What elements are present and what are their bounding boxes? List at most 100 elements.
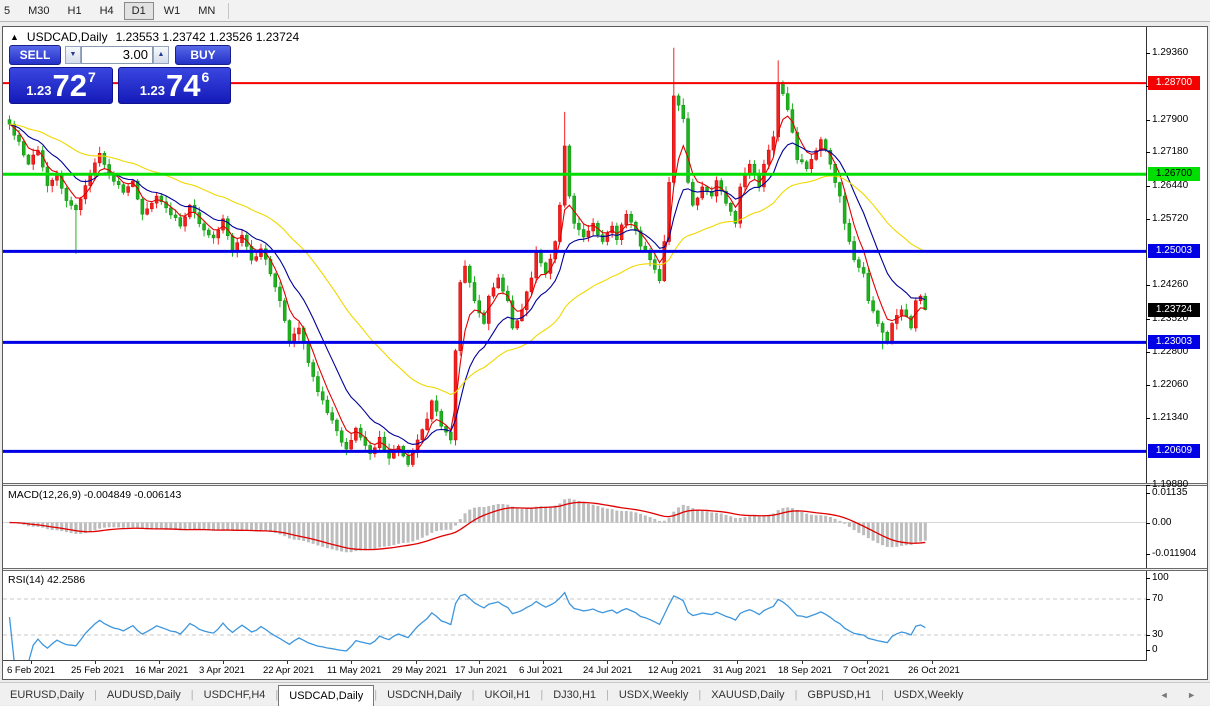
axis-tick-label: 0.00 bbox=[1152, 517, 1171, 528]
date-label: 12 Aug 2021 bbox=[648, 665, 701, 676]
axis-tick-label: 0.01135 bbox=[1152, 487, 1187, 498]
date-label: 18 Sep 2021 bbox=[778, 665, 832, 676]
buy-price-prefix: 1.23 bbox=[140, 83, 165, 98]
axis-tick-mark bbox=[1146, 554, 1150, 555]
collapse-icon[interactable]: ▲ bbox=[10, 32, 19, 42]
axis-tick-mark bbox=[1146, 635, 1150, 636]
tab-ukoil-h1-5[interactable]: UKOil,H1 bbox=[475, 685, 541, 705]
price-axis[interactable]: 1.293601.286401.279001.271801.264401.257… bbox=[1148, 27, 1208, 660]
volume-increase-button[interactable]: ▲ bbox=[153, 46, 169, 64]
date-tick-mark bbox=[737, 661, 738, 664]
axis-tick-label: 1.29360 bbox=[1152, 47, 1188, 58]
axis-tick-mark bbox=[1146, 319, 1150, 320]
date-tick-mark bbox=[479, 661, 480, 664]
date-tick-mark bbox=[223, 661, 224, 664]
price-level-badge: 1.20609 bbox=[1148, 444, 1200, 458]
buy-button[interactable]: BUY bbox=[175, 45, 231, 65]
timeframe-button-h4[interactable]: H4 bbox=[92, 2, 122, 20]
axis-tick-label: -0.011904 bbox=[1152, 548, 1196, 559]
date-label: 11 May 2021 bbox=[327, 665, 381, 676]
tab-usdx-weekly-10[interactable]: USDX,Weekly bbox=[884, 685, 973, 705]
volume-decrease-button[interactable]: ▼ bbox=[65, 46, 81, 64]
date-tick-mark bbox=[351, 661, 352, 664]
date-label: 24 Jul 2021 bbox=[583, 665, 632, 676]
sell-price-panel[interactable]: 1.23 72 7 bbox=[9, 67, 113, 104]
price-chart-canvas[interactable] bbox=[3, 27, 1147, 679]
sell-price-prefix: 1.23 bbox=[26, 83, 51, 98]
tab-gbpusd-h1-9[interactable]: GBPUSD,H1 bbox=[797, 685, 881, 705]
axis-tick-label: 1.21340 bbox=[1152, 412, 1188, 423]
tab-xauusd-daily-8[interactable]: XAUUSD,Daily bbox=[701, 685, 794, 705]
chart-symbol-title: USDCAD,Daily bbox=[27, 30, 108, 44]
timeframe-button-d1[interactable]: D1 bbox=[124, 2, 154, 20]
date-tick-mark bbox=[867, 661, 868, 664]
date-label: 31 Aug 2021 bbox=[713, 665, 766, 676]
axis-tick-mark bbox=[1146, 578, 1150, 579]
date-label: 7 Oct 2021 bbox=[843, 665, 889, 676]
axis-tick-label: 1.27900 bbox=[1152, 114, 1188, 125]
sell-button[interactable]: SELL bbox=[9, 45, 61, 65]
axis-tick-mark bbox=[1146, 485, 1150, 486]
axis-tick-mark bbox=[1146, 219, 1150, 220]
timeframe-button-w1[interactable]: W1 bbox=[156, 2, 189, 20]
date-label: 17 Jun 2021 bbox=[455, 665, 507, 676]
tab-audusd-daily-1[interactable]: AUDUSD,Daily bbox=[97, 685, 191, 705]
tab-dj30-h1-6[interactable]: DJ30,H1 bbox=[543, 685, 606, 705]
price-level-badge: 1.25003 bbox=[1148, 244, 1200, 258]
date-label: 16 Mar 2021 bbox=[135, 665, 188, 676]
date-tick-mark bbox=[416, 661, 417, 664]
tab-eurusd-daily-0[interactable]: EURUSD,Daily bbox=[0, 685, 94, 705]
axis-tick-label: 0 bbox=[1152, 644, 1158, 655]
axis-tick-label: 1.24260 bbox=[1152, 279, 1188, 290]
sell-price-sup: 7 bbox=[88, 69, 96, 85]
price-level-badge: 1.26700 bbox=[1148, 167, 1200, 181]
tab-usdx-weekly-7[interactable]: USDX,Weekly bbox=[609, 685, 698, 705]
date-tick-mark bbox=[607, 661, 608, 664]
timeframe-button-mn[interactable]: MN bbox=[190, 2, 223, 20]
tab-usdcad-daily-3[interactable]: USDCAD,Daily bbox=[278, 685, 374, 706]
axis-tick-label: 1.26440 bbox=[1152, 180, 1188, 191]
axis-tick-label: 70 bbox=[1152, 593, 1163, 604]
axis-tick-mark bbox=[1146, 385, 1150, 386]
sell-price-big: 72 bbox=[53, 71, 87, 101]
date-label: 25 Feb 2021 bbox=[71, 665, 124, 676]
panel-separator-main-macd[interactable] bbox=[3, 483, 1207, 486]
timeframe-button-h1[interactable]: H1 bbox=[60, 2, 90, 20]
axis-tick-mark bbox=[1146, 186, 1150, 187]
chart-window: ▲ USDCAD,Daily 1.23553 1.23742 1.23526 1… bbox=[2, 26, 1208, 680]
price-level-badge: 1.23003 bbox=[1148, 335, 1200, 349]
trade-panel: SELL ▼ ▲ BUY 1.23 72 7 1.23 74 6 bbox=[9, 44, 231, 104]
timeframe-button-5[interactable]: 5 bbox=[0, 2, 18, 20]
date-label: 6 Jul 2021 bbox=[519, 665, 563, 676]
date-label: 26 Oct 2021 bbox=[908, 665, 960, 676]
date-label: 29 May 2021 bbox=[392, 665, 447, 676]
date-label: 22 Apr 2021 bbox=[263, 665, 314, 676]
price-level-badge: 1.23724 bbox=[1148, 303, 1200, 317]
axis-tick-mark bbox=[1146, 53, 1150, 54]
tab-usdchf-h4-2[interactable]: USDCHF,H4 bbox=[194, 685, 276, 705]
panel-separator-macd-rsi[interactable] bbox=[3, 568, 1207, 571]
volume-input[interactable] bbox=[81, 46, 153, 64]
axis-tick-mark bbox=[1146, 352, 1150, 353]
date-tick-mark bbox=[95, 661, 96, 664]
axis-tick-label: 1.22060 bbox=[1152, 379, 1188, 390]
buy-price-panel[interactable]: 1.23 74 6 bbox=[118, 67, 231, 104]
rsi-indicator-label: RSI(14) 42.2586 bbox=[8, 574, 85, 586]
symbol-tab-bar: EURUSD,Daily|AUDUSD,Daily|USDCHF,H4|USDC… bbox=[0, 682, 1210, 705]
date-tick-mark bbox=[159, 661, 160, 664]
date-tick-mark bbox=[543, 661, 544, 664]
axis-tick-mark bbox=[1146, 599, 1150, 600]
buy-price-sup: 6 bbox=[202, 69, 210, 85]
axis-tick-mark bbox=[1146, 523, 1150, 524]
tab-usdcnh-daily-4[interactable]: USDCNH,Daily bbox=[377, 685, 472, 705]
axis-tick-label: 1.27180 bbox=[1152, 146, 1188, 157]
tab-scroll-arrows[interactable]: ◄ ► bbox=[1160, 690, 1204, 705]
macd-indicator-label: MACD(12,26,9) -0.004849 -0.006143 bbox=[8, 489, 181, 501]
axis-tick-mark bbox=[1146, 152, 1150, 153]
buy-price-big: 74 bbox=[166, 71, 200, 101]
date-axis[interactable]: 6 Feb 202125 Feb 202116 Mar 20213 Apr 20… bbox=[3, 660, 1147, 679]
date-label: 6 Feb 2021 bbox=[7, 665, 55, 676]
chart-title-row: ▲ USDCAD,Daily 1.23553 1.23742 1.23526 1… bbox=[10, 30, 299, 44]
date-tick-mark bbox=[672, 661, 673, 664]
timeframe-button-m30[interactable]: M30 bbox=[20, 2, 57, 20]
